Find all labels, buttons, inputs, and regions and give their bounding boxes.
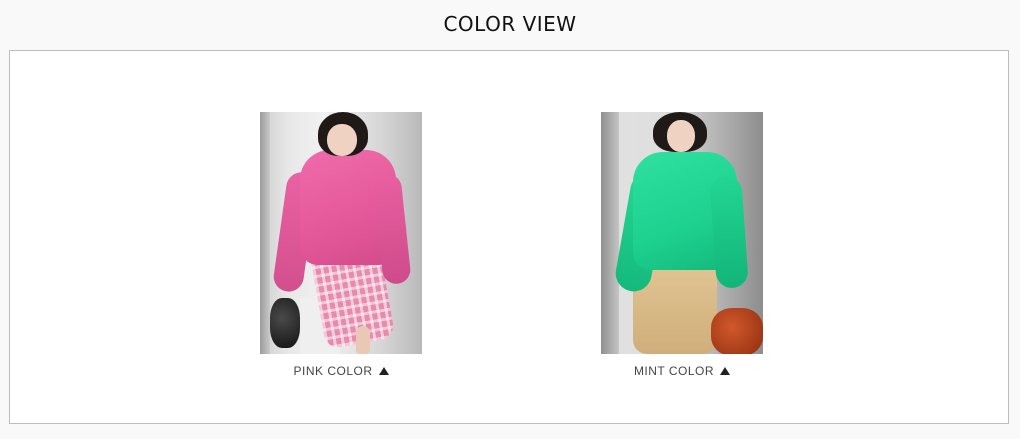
- model-face: [327, 124, 357, 156]
- model-face: [667, 120, 695, 152]
- photo-background: [601, 112, 619, 354]
- sweater-sleeve: [709, 175, 749, 289]
- color-card-mint[interactable]: MINT COLOR: [601, 112, 763, 378]
- product-photo-mint[interactable]: [601, 112, 763, 354]
- triangle-up-icon: [720, 367, 731, 375]
- triangle-up-icon: [378, 367, 389, 375]
- product-photo-pink[interactable]: [260, 112, 422, 354]
- color-view-frame: PINK COLOR MINT COLOR: [9, 50, 1009, 424]
- color-view-page: COLOR VIEW PINK COLOR MINT COLOR: [0, 0, 1020, 439]
- model-leg: [356, 326, 370, 354]
- color-card-pink[interactable]: PINK COLOR: [260, 112, 422, 378]
- color-caption-mint[interactable]: MINT COLOR: [601, 364, 763, 378]
- photo-background: [260, 112, 270, 354]
- color-caption-pink[interactable]: PINK COLOR: [260, 364, 422, 378]
- color-label: MINT COLOR: [633, 364, 715, 378]
- fur-bag: [270, 298, 300, 348]
- section-title: COLOR VIEW: [443, 12, 577, 36]
- fur-bag: [711, 308, 763, 354]
- color-label: PINK COLOR: [293, 364, 373, 378]
